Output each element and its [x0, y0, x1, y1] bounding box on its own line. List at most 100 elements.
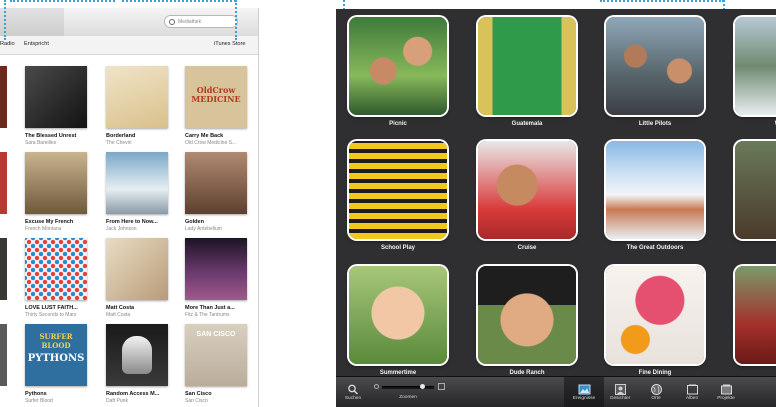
- album-item[interactable]: More Than Just a... Fitz & The Tantrums: [185, 238, 247, 318]
- event-thumbnail[interactable]: [735, 266, 776, 364]
- event-thumbnail[interactable]: [606, 141, 704, 239]
- event-thumbnail[interactable]: [349, 141, 447, 239]
- album-cover-partial[interactable]: [0, 66, 7, 128]
- album-artist: Fitz & The Tantrums: [185, 312, 230, 318]
- album-cover[interactable]: [106, 66, 168, 128]
- album-artist: Sara Bareilles: [25, 140, 57, 146]
- event-thumbnail[interactable]: [349, 17, 447, 115]
- cover-text: SURFER BLOOD: [39, 332, 73, 350]
- itunes-toolbar-segment[interactable]: [0, 8, 64, 36]
- album-cover-partial[interactable]: [0, 152, 7, 214]
- album-title: Excuse My French: [25, 219, 74, 225]
- event-item[interactable]: Picnic: [349, 17, 447, 127]
- events-icon: [578, 382, 591, 395]
- cover-text: PYTHONS: [27, 353, 85, 364]
- event-label: Winter: [735, 121, 776, 127]
- album-item[interactable]: Excuse My French French Montana: [25, 152, 87, 232]
- album-item[interactable]: The Blessed Unrest Sara Bareilles: [25, 66, 87, 146]
- event-label: Cruise: [517, 245, 537, 251]
- album-cover[interactable]: [106, 152, 168, 214]
- event-thumbnail[interactable]: [606, 266, 704, 364]
- album-cover-partial[interactable]: [0, 238, 7, 300]
- event-thumbnail[interactable]: [606, 17, 704, 115]
- album-title: LOVE LUST FAITH...: [25, 305, 78, 311]
- event-item[interactable]: Ad: [735, 141, 776, 251]
- event-item[interactable]: Cruise: [478, 141, 576, 251]
- zoom-large-icon: [438, 383, 445, 390]
- album-cover[interactable]: [25, 66, 87, 128]
- iphoto-window: Picnic Guatemala Little Pilots Winter School…: [336, 9, 776, 407]
- album-item[interactable]: LOVE LUST FAITH... Thirty Seconds to Mars: [25, 238, 87, 318]
- album-cover[interactable]: [106, 324, 168, 386]
- event-thumbnail[interactable]: [735, 141, 776, 239]
- event-item[interactable]: Winter: [735, 17, 776, 127]
- tab-places[interactable]: Orte: [636, 377, 676, 407]
- album-icon: [686, 382, 699, 395]
- album-artist: Thirty Seconds to Mars: [25, 312, 77, 318]
- album-item[interactable]: Golden Lady Antebellum: [185, 152, 247, 232]
- album-cover[interactable]: SURFER BLOOD PYTHONS: [25, 324, 87, 386]
- nav-itunes-store[interactable]: iTunes Store: [214, 41, 246, 47]
- album-item[interactable]: From Here to Now... Jack Johnson: [106, 152, 168, 232]
- itunes-nav-bar: Radio Entspricht iTunes Store: [0, 36, 258, 55]
- album-title: Borderland: [106, 133, 136, 139]
- album-item[interactable]: SURFER BLOOD PYTHONS Pythons Surfer Blood: [25, 324, 87, 404]
- tab-events[interactable]: Ereignisse: [564, 377, 604, 407]
- album-item[interactable]: Random Access M... Daft Punk: [106, 324, 168, 404]
- album-item[interactable]: Matt Costa Matt Costa: [106, 238, 168, 318]
- event-item[interactable]: Little Pilots: [606, 17, 704, 127]
- search-button[interactable]: Suchen: [336, 377, 370, 407]
- event-thumbnail[interactable]: [349, 266, 447, 364]
- album-cover[interactable]: [25, 238, 87, 300]
- zoom-slider[interactable]: Zoomen: [370, 377, 446, 407]
- album-artist: Jack Johnson: [106, 226, 137, 232]
- album-title: Matt Costa: [106, 305, 135, 311]
- library-search-input[interactable]: Mediathek: [164, 15, 238, 28]
- event-thumbnail[interactable]: [478, 266, 576, 364]
- nav-entspricht[interactable]: Entspricht: [24, 41, 49, 47]
- album-item[interactable]: Borderland The Chevin: [106, 66, 168, 146]
- search-icon: [347, 382, 360, 395]
- album-artist: Daft Punk: [106, 398, 128, 404]
- event-item[interactable]: Fine Dining: [606, 266, 704, 376]
- event-thumbnail[interactable]: [478, 17, 576, 115]
- callout-line: [10, 0, 115, 2]
- event-item[interactable]: Summertime: [349, 266, 447, 376]
- album-cover[interactable]: OldCrow MEDICINE: [185, 66, 247, 128]
- event-item[interactable]: The Great Outdoors: [606, 141, 704, 251]
- tab-projects[interactable]: Projekte: [706, 377, 746, 407]
- album-cover[interactable]: [106, 238, 168, 300]
- helmet-art: [122, 336, 152, 374]
- iphoto-bottom-toolbar: Suchen Zoomen Ereignisse Gesichter Orte …: [336, 376, 776, 407]
- album-item[interactable]: SAN CISCO San Cisco San Cisco: [185, 324, 247, 404]
- callout-line: [4, 0, 6, 40]
- album-title: Random Access M...: [106, 391, 160, 397]
- album-cover[interactable]: [185, 152, 247, 214]
- zoom-track: [382, 386, 434, 389]
- event-thumbnail[interactable]: [478, 141, 576, 239]
- faces-icon: [614, 382, 627, 395]
- album-artist: The Chevin: [106, 140, 132, 146]
- album-cover-partial[interactable]: [0, 324, 7, 386]
- event-item[interactable]: Dude Ranch: [478, 266, 576, 376]
- event-item[interactable]: Guatemala: [478, 17, 576, 127]
- event-item[interactable]: School Play: [349, 141, 447, 251]
- itunes-toolbar: Mediathek: [0, 8, 258, 37]
- projects-icon: [720, 382, 733, 395]
- callout-line: [600, 0, 724, 2]
- album-title: Carry Me Back: [185, 133, 224, 139]
- zoom-knob[interactable]: [420, 384, 425, 389]
- album-cover[interactable]: SAN CISCO: [185, 324, 247, 386]
- album-title: Pythons: [25, 391, 47, 397]
- event-item[interactable]: Scoo: [735, 266, 776, 376]
- nav-radio[interactable]: Radio: [0, 41, 15, 47]
- album-item[interactable]: OldCrow MEDICINE Carry Me Back Old Crow Me…: [185, 66, 247, 146]
- album-cover[interactable]: [185, 238, 247, 300]
- album-title: Golden: [185, 219, 204, 225]
- globe-icon: [650, 382, 663, 395]
- callout-line: [235, 0, 237, 40]
- tab-faces[interactable]: Gesichter: [600, 377, 640, 407]
- album-cover[interactable]: [25, 152, 87, 214]
- album-title: The Blessed Unrest: [25, 133, 77, 139]
- event-thumbnail[interactable]: [735, 17, 776, 115]
